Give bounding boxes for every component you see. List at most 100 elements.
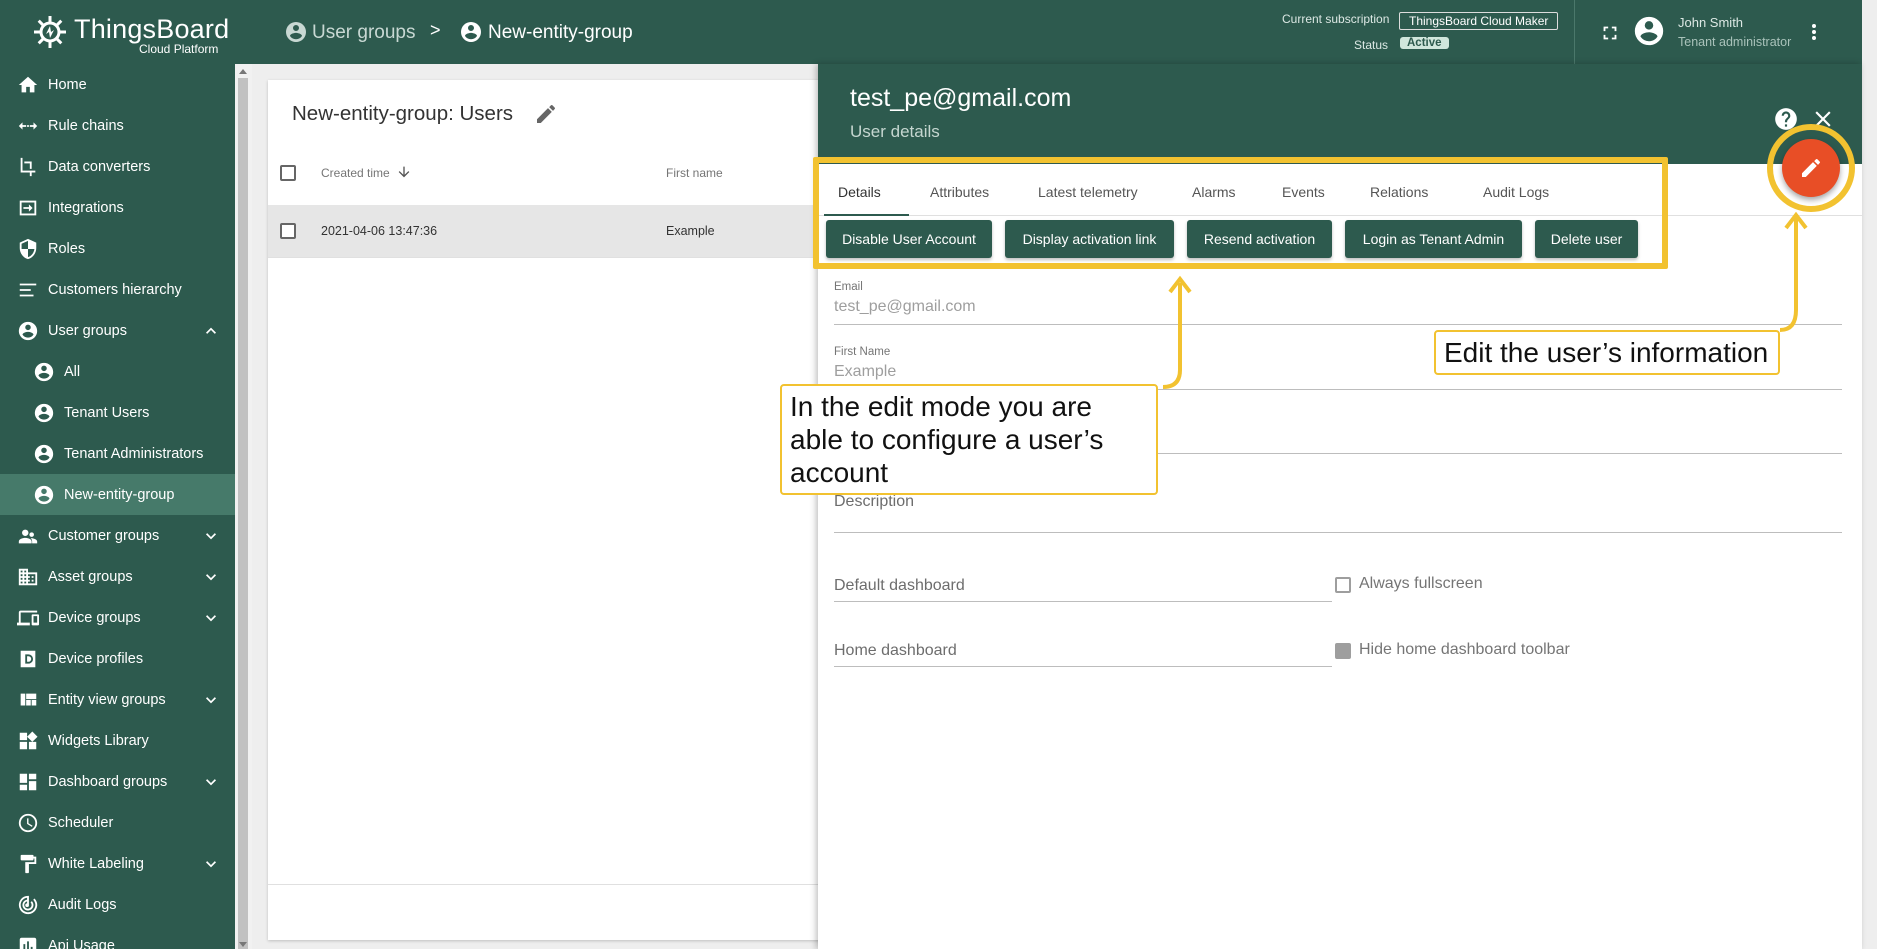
avatar[interactable]	[1632, 14, 1666, 48]
topbar-divider	[1574, 0, 1575, 64]
hierarchy-icon	[19, 283, 37, 297]
sidebar-item-label: Entity view groups	[48, 692, 166, 708]
sidebar-item-label: Audit Logs	[48, 897, 117, 913]
page-title: New-entity-group: Users	[292, 102, 514, 125]
chevron-up-icon	[206, 327, 216, 334]
sidebar-item-scheduler[interactable]: Scheduler	[0, 802, 235, 843]
brand-logo[interactable]: ThingsBoard Cloud Platform	[0, 0, 252, 64]
view-quilt-icon	[20, 693, 37, 706]
status-label: Status	[1354, 38, 1389, 52]
scroll-up-arrow[interactable]	[239, 69, 247, 74]
sidebar-item-label: Device profiles	[48, 651, 144, 667]
widgets-icon	[19, 731, 38, 750]
sidebar-item-device-groups[interactable]: Device groups	[0, 597, 235, 638]
brand-subtitle: Cloud Platform	[139, 42, 219, 56]
domain-icon	[18, 568, 38, 586]
field-underline	[834, 601, 1332, 602]
hide-toolbar-checkbox[interactable]	[1335, 643, 1351, 659]
sidebar-item-data-converters[interactable]: Data converters	[0, 146, 235, 187]
home-dashboard-field[interactable]: Home dashboard	[834, 642, 957, 660]
sidebar-item-device-profiles[interactable]: Device profiles	[0, 638, 235, 679]
sidebar-item-asset-groups[interactable]: Asset groups	[0, 556, 235, 597]
panel-subtitle: User details	[850, 122, 940, 141]
integration-icon	[19, 200, 37, 216]
scrollbar-thumb[interactable]	[238, 78, 248, 949]
chevron-down-icon	[206, 779, 216, 786]
panel-header: test_pe@gmail.com User details	[818, 64, 1862, 164]
subscription-label: Current subscription	[1282, 12, 1390, 26]
track-changes-icon	[18, 895, 38, 915]
sidebar-item-label: Customer groups	[48, 528, 160, 544]
chevron-down-icon	[206, 697, 216, 704]
arrow-down-icon[interactable]	[396, 164, 412, 180]
breadcrumb-user-groups[interactable]: User groups	[312, 22, 416, 44]
sidebar-item-label: Roles	[48, 241, 86, 257]
insert-chart-icon	[19, 937, 37, 949]
highlight-box	[813, 157, 1668, 269]
sidebar-item-label: Api Usage	[48, 938, 115, 949]
account-circle-icon	[34, 444, 54, 464]
sidebar-item-home[interactable]: Home	[0, 64, 235, 105]
chevron-down-icon	[206, 615, 216, 622]
sidebar-item-label: All	[64, 364, 81, 380]
thingsboard-logo-icon	[34, 16, 66, 48]
field-underline	[834, 666, 1332, 667]
subscription-badge[interactable]: ThingsBoard Cloud Maker	[1399, 12, 1559, 30]
sidebar-item-label: Integrations	[48, 200, 124, 216]
sidebar-item-entity-view-groups[interactable]: Entity view groups	[0, 679, 235, 720]
edit-mode-callout: In the edit mode you are able to configu…	[780, 384, 1158, 495]
sidebar-item-rule-chains[interactable]: Rule chains	[0, 105, 235, 146]
table-divider	[268, 257, 828, 258]
sidebar-item-tenant-administrators[interactable]: Tenant Administrators	[0, 433, 235, 474]
always-fullscreen-checkbox[interactable]	[1335, 577, 1351, 593]
sidebar-item-label: White Labeling	[48, 856, 144, 872]
first-name-field[interactable]: Example	[834, 363, 896, 381]
sidebar-item-integrations[interactable]: Integrations	[0, 187, 235, 228]
account-circle-icon	[34, 485, 54, 505]
column-header-first-name[interactable]: First name	[666, 166, 723, 180]
fullscreen-icon[interactable]	[1599, 22, 1621, 44]
sidebar-item-api-usage[interactable]: Api Usage	[0, 925, 235, 949]
description-field[interactable]: Description	[834, 493, 914, 511]
row-checkbox[interactable]	[280, 223, 296, 239]
sidebar-item-label: Tenant Administrators	[64, 446, 204, 462]
email-field[interactable]: test_pe@gmail.com	[834, 298, 976, 316]
devices-icon	[17, 610, 39, 626]
sidebar-item-roles[interactable]: Roles	[0, 228, 235, 269]
account-circle-icon	[286, 22, 306, 42]
sidebar-item-tenant-users[interactable]: Tenant Users	[0, 392, 235, 433]
edit-icon[interactable]	[534, 102, 558, 126]
table-footer-divider	[268, 884, 828, 885]
default-dashboard-field[interactable]: Default dashboard	[834, 577, 965, 595]
cell-first-name: Example	[666, 224, 715, 238]
scroll-down-arrow[interactable]	[239, 942, 247, 947]
edit-info-callout: Edit the user’s information	[1434, 330, 1780, 375]
hide-toolbar-label: Hide home dashboard toolbar	[1359, 641, 1570, 658]
sidebar-item-white-labeling[interactable]: White Labeling	[0, 843, 235, 884]
status-badge: Active	[1400, 37, 1449, 49]
more-vert-icon[interactable]	[1802, 20, 1826, 44]
sidebar-nav: Home Rule chains Data converters Integra…	[0, 64, 235, 949]
sidebar-item-all[interactable]: All	[0, 351, 235, 392]
format-paint-icon	[20, 854, 37, 874]
sidebar-item-audit-logs[interactable]: Audit Logs	[0, 884, 235, 925]
sidebar-item-label: Rule chains	[48, 118, 124, 134]
sidebar-item-customers-hierarchy[interactable]: Customers hierarchy	[0, 269, 235, 310]
sidebar-item-new-entity-group[interactable]: New-entity-group	[0, 474, 235, 515]
supervisor-icon	[18, 529, 38, 544]
chevron-down-icon	[206, 533, 216, 540]
converter-icon	[20, 157, 36, 177]
sidebar-item-user-groups[interactable]: User groups	[0, 310, 235, 351]
column-header-created-time[interactable]: Created time	[321, 166, 390, 180]
user-name: John Smith	[1678, 15, 1744, 30]
sidebar-scrollbar[interactable]	[235, 64, 252, 949]
account-circle-icon	[461, 22, 481, 42]
chevron-down-icon	[206, 861, 216, 868]
sidebar-item-label: User groups	[48, 323, 127, 339]
sidebar-item-customer-groups[interactable]: Customer groups	[0, 515, 235, 556]
breadcrumb-separator: >	[430, 20, 441, 40]
select-all-checkbox[interactable]	[280, 165, 296, 181]
field-underline	[834, 324, 1842, 325]
sidebar-item-widgets-library[interactable]: Widgets Library	[0, 720, 235, 761]
sidebar-item-dashboard-groups[interactable]: Dashboard groups	[0, 761, 235, 802]
